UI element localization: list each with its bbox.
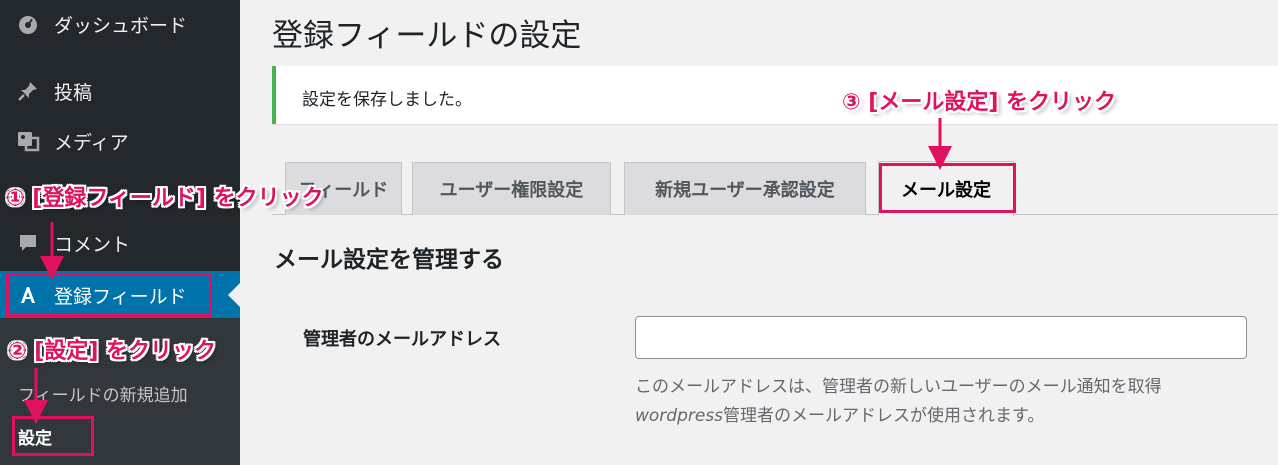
annotation-step3: ③ [メール設定] をクリック <box>842 90 1117 115</box>
annotation-arrows <box>24 118 952 424</box>
annotation-step2: ② [設定] をクリック <box>8 339 217 364</box>
annotation-step1: ① [登録フィールド] をクリック <box>6 186 324 211</box>
